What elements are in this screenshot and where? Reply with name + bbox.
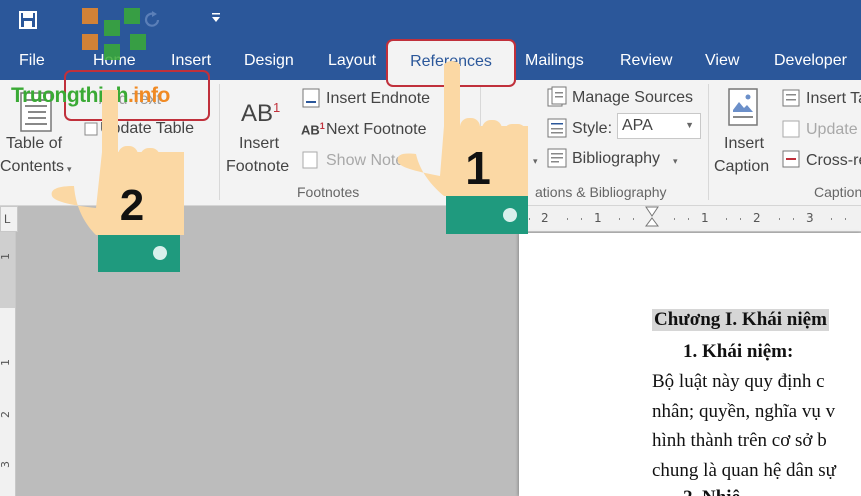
insert-table-of-figures-icon xyxy=(782,89,800,107)
footnotes-group-label: Footnotes xyxy=(297,184,360,200)
style-label: Style: xyxy=(572,120,613,137)
tab-insert[interactable]: Insert xyxy=(171,52,211,70)
vertical-ruler-margin xyxy=(0,232,15,308)
document-subheading: 1. Khái niệm: xyxy=(683,341,794,362)
tab-layout[interactable]: Layout xyxy=(328,52,376,70)
document-next-heading: 2. Nhiệ xyxy=(683,487,740,496)
document-line: nhân; quyền, nghĩa vụ v xyxy=(652,401,836,422)
tab-file[interactable]: File xyxy=(19,52,45,70)
watermark-logo-icon xyxy=(82,8,146,60)
insert-footnote-icon: AB1 xyxy=(241,100,281,127)
document-heading: Chương I. Khái niệm xyxy=(652,309,829,331)
insert-caption-icon xyxy=(728,88,758,126)
document-line: hình thành trên cơ sở b xyxy=(652,430,827,451)
tab-review[interactable]: Review xyxy=(620,52,672,70)
insert-endnote-icon xyxy=(302,88,320,108)
cross-reference-icon xyxy=(782,150,800,168)
document-page[interactable]: Chương I. Khái niệm 1. Khái niệm: Bộ luậ… xyxy=(519,233,861,496)
step-2-label: 2 xyxy=(120,181,144,230)
chevron-down-icon: ▼ xyxy=(685,120,694,130)
insert-caption-line1[interactable]: Insert xyxy=(724,135,764,153)
captions-group-label: Caption xyxy=(814,184,861,200)
style-dropdown[interactable]: APA ▼ xyxy=(617,113,701,139)
style-icon xyxy=(547,118,567,138)
ruler-number: 2 xyxy=(0,411,12,418)
show-notes-icon xyxy=(302,151,318,169)
document-line: chung là quan hệ dân sự xyxy=(652,460,836,481)
insert-caption-line2[interactable]: Caption xyxy=(714,158,769,176)
tab-mailings[interactable]: Mailings xyxy=(525,52,584,70)
update-table-icon xyxy=(782,120,800,138)
update-table-of-figures-button[interactable]: Update xyxy=(806,121,858,139)
style-dropdown-value: APA xyxy=(622,117,653,134)
save-icon[interactable] xyxy=(19,11,37,29)
bibliography-caret-icon: ▾ xyxy=(673,156,678,166)
group-separator xyxy=(708,84,709,200)
horizontal-ruler: 2 1 1 2 3 xyxy=(517,206,861,232)
tab-design[interactable]: Design xyxy=(244,52,294,70)
bibliography-button[interactable]: Bibliography xyxy=(572,150,660,168)
cross-reference-button[interactable]: Cross-re xyxy=(806,152,861,170)
tab-developer[interactable]: Developer xyxy=(774,52,847,70)
pointing-hand-step-1-icon: 1 xyxy=(397,61,528,234)
ruler-number: 3 xyxy=(0,461,12,468)
tab-selector[interactable]: L xyxy=(0,206,18,232)
customize-quick-access-icon[interactable] xyxy=(210,12,222,24)
pointing-hand-step-2-icon: 2 xyxy=(51,90,184,272)
insert-table-of-figures-button[interactable]: Insert Ta xyxy=(806,90,861,108)
next-footnote-icon: AB1 xyxy=(301,121,325,138)
tab-view[interactable]: View xyxy=(705,52,739,70)
ruler-ticks xyxy=(529,218,846,220)
ruler-number: 1 xyxy=(0,253,12,260)
ruler-number: 1 xyxy=(0,359,12,366)
insert-citation-caret-icon: ▾ xyxy=(533,156,538,166)
manage-sources-icon xyxy=(547,86,567,107)
document-line: Bộ luật này quy định c xyxy=(652,371,825,392)
tab-selector-glyph: L xyxy=(4,212,11,226)
citations-group-label: ations & Bibliography xyxy=(535,184,667,200)
bibliography-icon xyxy=(547,148,567,168)
step-1-label: 1 xyxy=(465,142,491,194)
group-separator xyxy=(219,84,220,200)
manage-sources-button[interactable]: Manage Sources xyxy=(572,89,693,107)
insert-footnote-line1[interactable]: Insert xyxy=(239,135,279,153)
insert-footnote-line2[interactable]: Footnote xyxy=(226,158,289,176)
vertical-ruler: 1 1 2 3 xyxy=(0,232,16,496)
